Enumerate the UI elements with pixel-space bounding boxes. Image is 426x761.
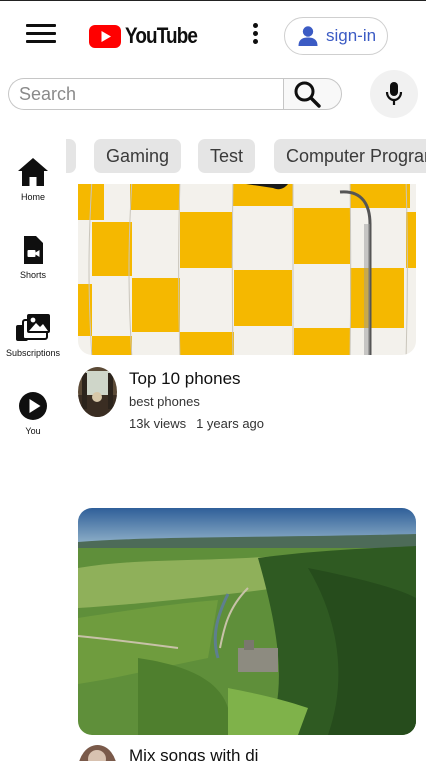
sidebar-item-label: You [25, 426, 41, 436]
sidebar-item-subscriptions[interactable]: Subscriptions [0, 313, 66, 358]
sidebar-item-you[interactable]: You [0, 391, 66, 436]
subscriptions-icon [16, 314, 50, 341]
video-title[interactable]: Mix songs with dj [129, 746, 258, 761]
video-thumbnail[interactable] [78, 508, 416, 735]
youtube-logo[interactable]: YouTube [89, 22, 209, 50]
voice-search-button[interactable] [370, 70, 418, 118]
search-field-container [8, 78, 284, 110]
channel-avatar[interactable] [78, 745, 117, 761]
channel-avatar[interactable] [78, 367, 117, 417]
checkered-building-image [78, 184, 416, 355]
top-bar: YouTube sign-in [0, 1, 426, 71]
sidebar-item-shorts[interactable]: Shorts [0, 235, 66, 280]
view-count: 13k views [129, 416, 187, 431]
sidebar-item-label: Subscriptions [5, 348, 61, 358]
more-options-icon[interactable] [248, 21, 262, 51]
sign-in-button[interactable]: sign-in [284, 17, 388, 55]
logo-text: YouTube [125, 23, 198, 48]
search-button[interactable] [283, 78, 342, 110]
chip-all[interactable] [66, 139, 76, 173]
video-meta: 13k views 1 years ago [129, 416, 264, 431]
chip-computer-programming[interactable]: Computer Programming [274, 139, 426, 173]
aerial-landscape-image [78, 508, 416, 735]
sidebar-item-home[interactable]: Home [0, 157, 66, 202]
avatar-image [78, 745, 117, 761]
filter-chip-bar: Gaming Test Computer Programming [66, 139, 426, 173]
avatar-image [78, 367, 117, 417]
home-icon [18, 158, 48, 186]
hamburger-menu-icon[interactable] [26, 21, 56, 49]
sidebar-item-label: Home [20, 192, 45, 202]
account-icon [298, 26, 318, 46]
microphone-icon [385, 82, 403, 105]
chip-gaming[interactable]: Gaming [94, 139, 182, 173]
video-title[interactable]: Top 10 phones [129, 369, 241, 389]
shorts-icon [24, 236, 43, 264]
upload-age: 1 years ago [196, 416, 265, 431]
sign-in-label: sign-in [326, 26, 377, 45]
sidebar-item-label: Shorts [19, 270, 46, 280]
youtube-play-logo-icon [89, 24, 121, 48]
search-input[interactable] [19, 79, 284, 109]
you-icon [19, 392, 47, 420]
search-icon [294, 81, 321, 108]
chip-test[interactable]: Test [198, 139, 256, 173]
channel-name[interactable]: best phones [129, 394, 200, 409]
video-thumbnail[interactable] [78, 184, 416, 355]
